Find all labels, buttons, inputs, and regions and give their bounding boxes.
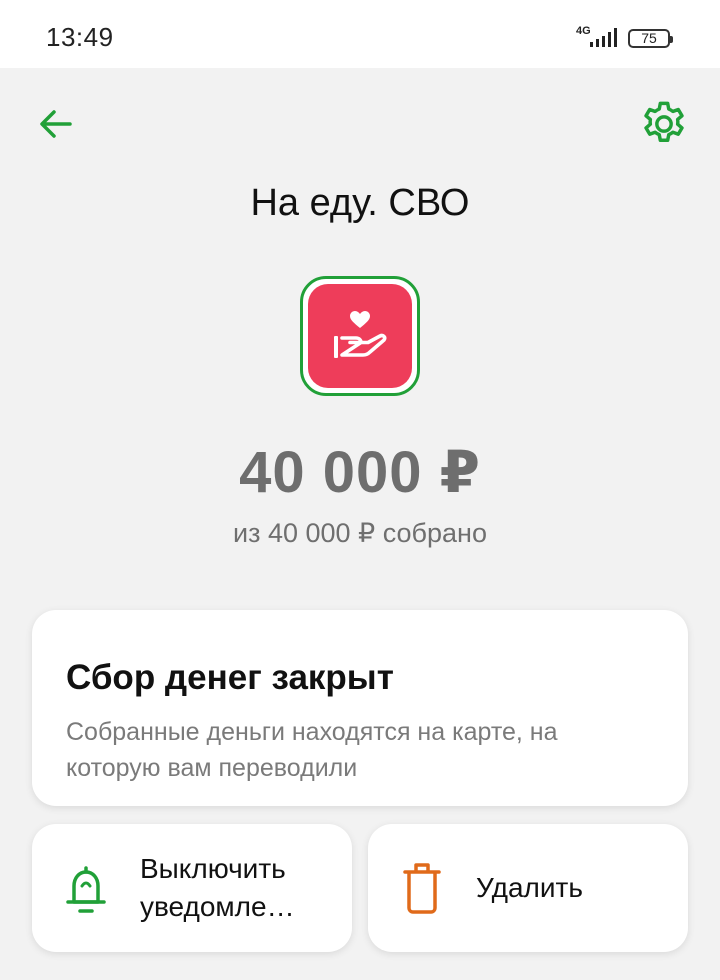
page-title: На еду. СВО [250, 182, 470, 224]
arrow-left-icon [40, 110, 72, 138]
collected-progress-text: из 40 000 ₽ собрано [233, 518, 487, 548]
trash-icon [403, 863, 441, 914]
network-type: 4G [576, 25, 591, 37]
goal-icon [308, 284, 412, 388]
delete-button[interactable]: Удалить [368, 824, 688, 952]
battery-indicator: 75 [628, 29, 673, 48]
disable-notifications-label: Выключить уведомле… [140, 853, 295, 922]
collected-amount: 40 000 ₽ [239, 440, 481, 505]
gear-icon [644, 101, 684, 142]
bell-icon [66, 866, 106, 913]
goal-icon-frame[interactable] [300, 276, 420, 396]
status-card-title: Сбор денег закрыт [66, 658, 394, 697]
status-time: 13:49 [46, 22, 114, 52]
status-card-description: Собранные деньги находятся на карте, на … [66, 718, 558, 782]
settings-button[interactable] [638, 98, 690, 150]
status-card: Сбор денег закрыт Собранные деньги наход… [32, 610, 688, 806]
disable-notifications-button[interactable]: Выключить уведомле… [32, 824, 352, 952]
delete-label: Удалить [476, 872, 583, 903]
status-bar: 13:49 4G 75 [0, 0, 720, 68]
signal-icon [590, 28, 617, 47]
back-button[interactable] [36, 104, 76, 144]
battery-level: 75 [641, 30, 657, 46]
heart-in-hand-icon [334, 311, 387, 358]
